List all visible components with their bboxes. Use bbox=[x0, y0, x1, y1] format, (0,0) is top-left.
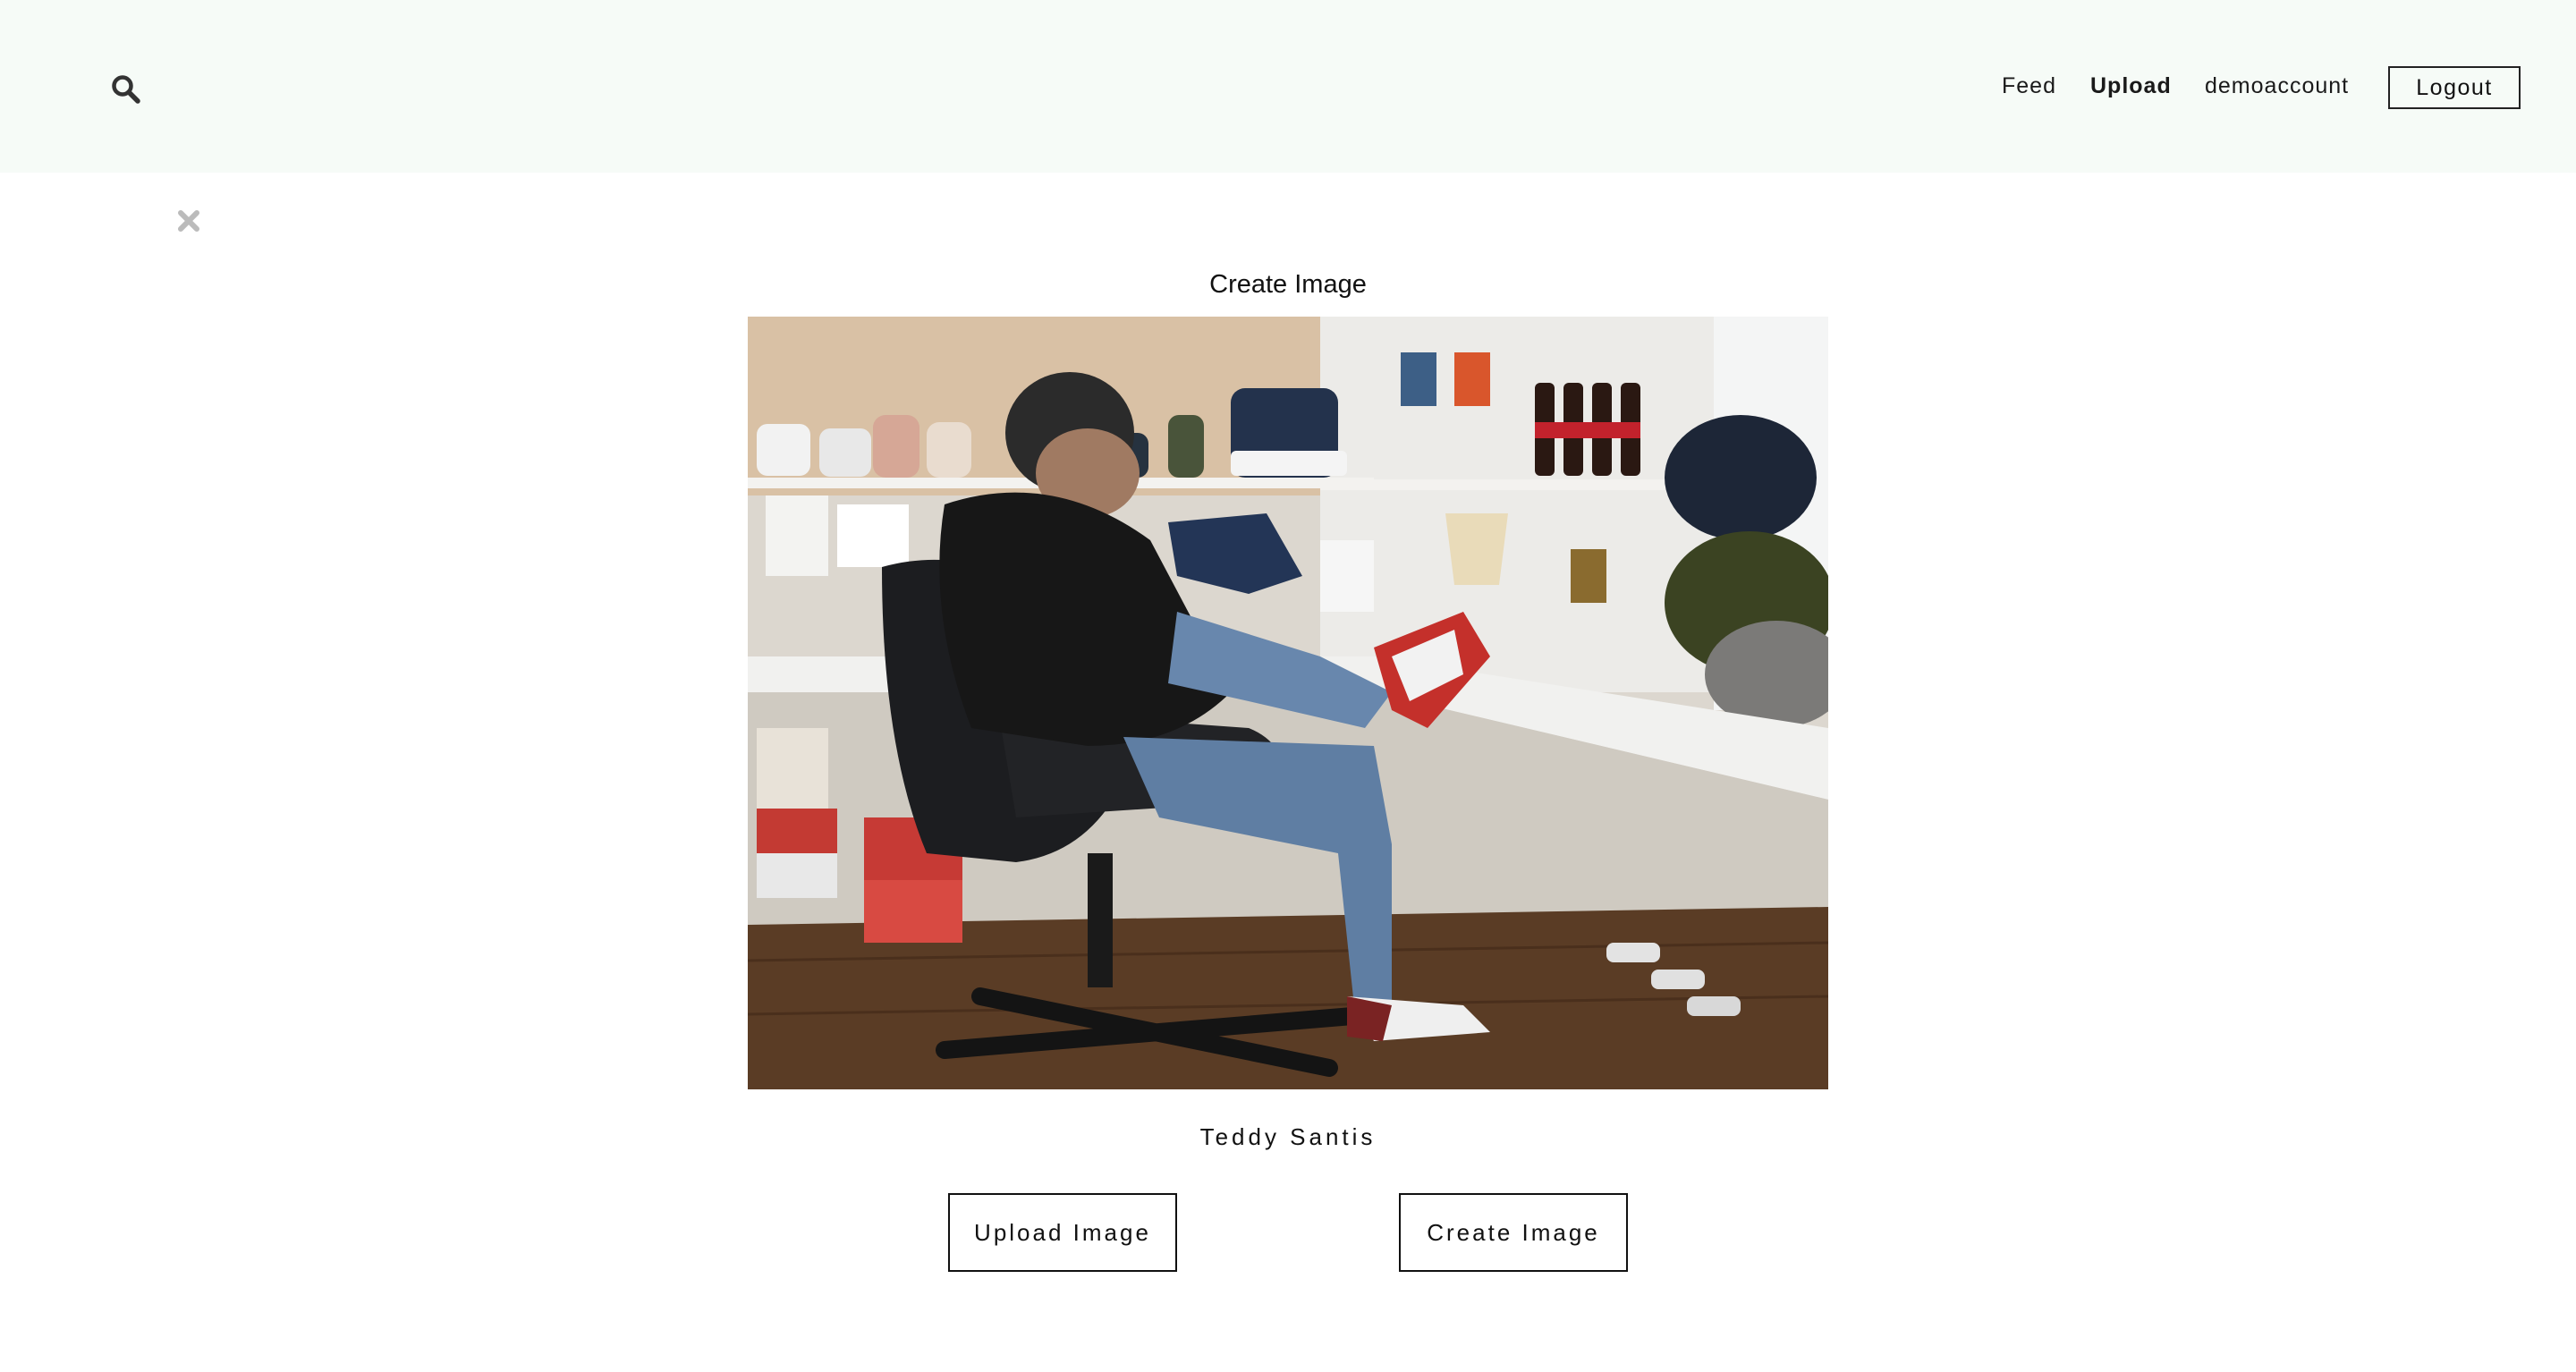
image-caption: Teddy Santis bbox=[1199, 1123, 1377, 1150]
upload-image-button[interactable]: Upload Image bbox=[948, 1193, 1177, 1272]
create-image-button[interactable]: Create Image bbox=[1399, 1193, 1628, 1272]
search-icon bbox=[112, 75, 140, 104]
close-button[interactable] bbox=[175, 207, 202, 234]
logout-button[interactable]: Logout bbox=[2388, 66, 2521, 109]
nav-feed-link[interactable]: Feed bbox=[2002, 73, 2056, 99]
page-title: Create Image bbox=[1209, 270, 1367, 299]
top-header: Feed Upload demoaccount Logout bbox=[0, 0, 2576, 173]
nav-upload-link[interactable]: Upload bbox=[2090, 73, 2172, 99]
search-button[interactable] bbox=[111, 74, 141, 105]
nav-account-link[interactable]: demoaccount bbox=[2205, 73, 2349, 99]
preview-image bbox=[748, 317, 1828, 1089]
close-icon bbox=[178, 210, 199, 232]
